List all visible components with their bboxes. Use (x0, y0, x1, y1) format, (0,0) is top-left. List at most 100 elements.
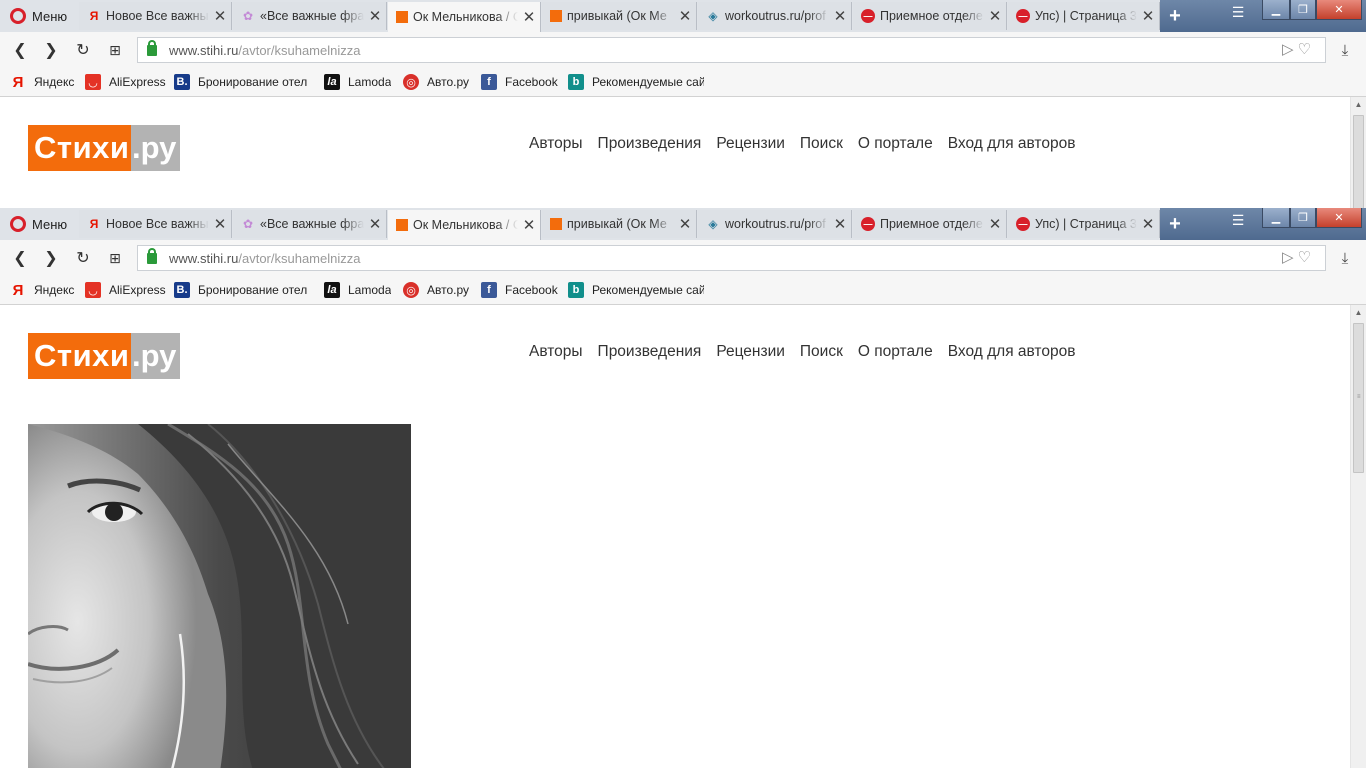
bookmark-aliexpress[interactable]: ◡ AliExpress (85, 70, 174, 94)
tab[interactable]: — Приемное отделе ✕ (853, 2, 1007, 30)
opera-menu-button[interactable]: Меню (0, 210, 78, 238)
page-scrollbar[interactable]: ▲ ≡ (1350, 305, 1366, 768)
url-actions: ▷♡ (1282, 248, 1315, 266)
speed-dial-grid-icon[interactable]: ⊞ (102, 246, 128, 270)
nav-link-authors[interactable]: Авторы (529, 135, 583, 153)
forward-arrow-icon[interactable]: ❯ (38, 246, 64, 270)
tab-active[interactable]: Ок Мельникова / С ✕ (388, 210, 541, 240)
maximize-icon[interactable]: ❐ (1290, 208, 1316, 228)
maximize-icon[interactable]: ❐ (1290, 0, 1316, 20)
opera-menu-button[interactable]: Меню (0, 2, 78, 30)
nav-link-reviews[interactable]: Рецензии (716, 343, 785, 361)
nav-link-search[interactable]: Поиск (800, 343, 843, 361)
nav-link-works[interactable]: Произведения (598, 135, 702, 153)
bookmark-facebook[interactable]: f Facebook (481, 70, 568, 94)
send-icon[interactable]: ▷ (1282, 249, 1298, 266)
tab[interactable]: ✿ «Все важные фраз ✕ (233, 2, 387, 30)
opera-logo-icon (10, 8, 26, 24)
reload-icon[interactable]: ↻ (70, 38, 96, 62)
tab-close-icon[interactable]: ✕ (1137, 7, 1159, 25)
bookmark-booking[interactable]: B. Бронирование отел (174, 278, 324, 302)
tab[interactable]: привыкай (Ок Ме ✕ (542, 2, 697, 30)
nav-link-about[interactable]: О портале (858, 135, 933, 153)
tab-menu-icon[interactable]: ☰ (1228, 4, 1248, 20)
tab[interactable]: ✿ «Все важные фраз ✕ (233, 210, 387, 238)
close-window-icon[interactable]: ✕ (1316, 208, 1362, 228)
nav-link-login[interactable]: Вход для авторов (948, 135, 1076, 153)
send-icon[interactable]: ▷ (1282, 41, 1298, 58)
bookmark-facebook[interactable]: f Facebook (481, 278, 568, 302)
bookmark-lamoda[interactable]: la Lamoda (324, 70, 403, 94)
tab[interactable]: Я Новое Все важные ✕ (79, 210, 232, 238)
page-scrollbar[interactable]: ▲ (1350, 97, 1366, 208)
tab-close-icon[interactable]: ✕ (518, 8, 540, 26)
tab-close-icon[interactable]: ✕ (674, 215, 696, 233)
bookmark-label: Lamoda (348, 283, 392, 297)
logo-text-main: Стихи (28, 333, 131, 379)
reload-icon[interactable]: ↻ (70, 246, 96, 270)
tab[interactable]: Я Новое Все важные ✕ (79, 2, 232, 30)
bookmark-autoru[interactable]: ◎ Авто.ру (403, 70, 481, 94)
lamoda-icon: la (324, 282, 340, 298)
back-arrow-icon[interactable]: ❮ (7, 246, 33, 270)
scrollbar-thumb[interactable]: ≡ (1353, 323, 1364, 473)
tab-close-icon[interactable]: ✕ (829, 7, 851, 25)
tab[interactable]: ◈ workoutrus.ru/prof ✕ (698, 210, 852, 238)
minimize-icon[interactable]: ▁ (1262, 208, 1290, 228)
tab-active[interactable]: Ок Мельникова / С ✕ (388, 2, 541, 32)
tab[interactable]: — Упс) | Страница 3 ✕ (1008, 2, 1160, 30)
heart-bookmark-icon[interactable]: ♡ (1298, 249, 1315, 266)
back-arrow-icon[interactable]: ❮ (7, 38, 33, 62)
bookmark-autoru[interactable]: ◎ Авто.ру (403, 278, 481, 302)
url-field[interactable]: www.stihi.ru/avtor/ksuhamelnizza ▷♡ (137, 245, 1326, 271)
bookmark-recommended[interactable]: b Рекомендуемые сай (568, 278, 708, 302)
nav-link-search[interactable]: Поиск (800, 135, 843, 153)
tab-close-icon[interactable]: ✕ (364, 7, 386, 25)
scroll-up-arrow-icon[interactable]: ▲ (1351, 305, 1366, 321)
download-icon[interactable]: ⤓ (1334, 38, 1356, 62)
tab-close-icon[interactable]: ✕ (209, 215, 231, 233)
scroll-up-arrow-icon[interactable]: ▲ (1351, 97, 1366, 113)
nav-link-login[interactable]: Вход для авторов (948, 343, 1076, 361)
bookmark-aliexpress[interactable]: ◡ AliExpress (85, 278, 174, 302)
bookmark-booking[interactable]: B. Бронирование отел (174, 70, 324, 94)
tab-close-icon[interactable]: ✕ (984, 215, 1006, 233)
new-tab-plus-icon[interactable]: + (1160, 210, 1190, 238)
tab-close-icon[interactable]: ✕ (209, 7, 231, 25)
bookmark-label: Яндекс (34, 75, 75, 89)
tab-close-icon[interactable]: ✕ (518, 216, 540, 234)
tab[interactable]: ◈ workoutrus.ru/prof ✕ (698, 2, 852, 30)
new-tab-plus-icon[interactable]: + (1160, 2, 1190, 30)
bookmark-label: Facebook (505, 75, 558, 89)
tab-close-icon[interactable]: ✕ (1137, 215, 1159, 233)
tab-close-icon[interactable]: ✕ (829, 215, 851, 233)
speed-dial-grid-icon[interactable]: ⊞ (102, 38, 128, 62)
download-icon[interactable]: ⤓ (1334, 246, 1356, 270)
tab[interactable]: привыкай (Ок Ме ✕ (542, 210, 697, 238)
tab-close-icon[interactable]: ✕ (364, 215, 386, 233)
minimize-icon[interactable]: ▁ (1262, 0, 1290, 20)
nav-link-reviews[interactable]: Рецензии (716, 135, 785, 153)
close-window-icon[interactable]: ✕ (1316, 0, 1362, 20)
site-logo[interactable]: Стихи .ру (28, 125, 180, 171)
url-field[interactable]: www.stihi.ru/avtor/ksuhamelnizza ▷♡ (137, 37, 1326, 63)
tab-title: привыкай (Ок Ме (567, 217, 667, 231)
heart-bookmark-icon[interactable]: ♡ (1298, 41, 1315, 58)
tab-close-icon[interactable]: ✕ (984, 7, 1006, 25)
tab-menu-icon[interactable]: ☰ (1228, 212, 1248, 228)
bookmark-recommended[interactable]: b Рекомендуемые сай (568, 70, 708, 94)
forward-arrow-icon[interactable]: ❯ (38, 38, 64, 62)
tab-close-icon[interactable]: ✕ (674, 7, 696, 25)
scrollbar-thumb[interactable] (1353, 115, 1364, 208)
bookmark-yandex[interactable]: Я Яндекс (10, 278, 85, 302)
nav-link-about[interactable]: О портале (858, 343, 933, 361)
booking-icon: B. (174, 74, 190, 90)
bookmark-yandex[interactable]: Я Яндекс (10, 70, 85, 94)
tab[interactable]: — Упс) | Страница 3 ✕ (1008, 210, 1160, 238)
bookmark-label: Авто.ру (427, 283, 470, 297)
tab[interactable]: — Приемное отделе ✕ (853, 210, 1007, 238)
nav-link-authors[interactable]: Авторы (529, 343, 583, 361)
nav-link-works[interactable]: Произведения (598, 343, 702, 361)
site-logo[interactable]: Стихи .ру (28, 333, 180, 379)
bookmark-lamoda[interactable]: la Lamoda (324, 278, 403, 302)
